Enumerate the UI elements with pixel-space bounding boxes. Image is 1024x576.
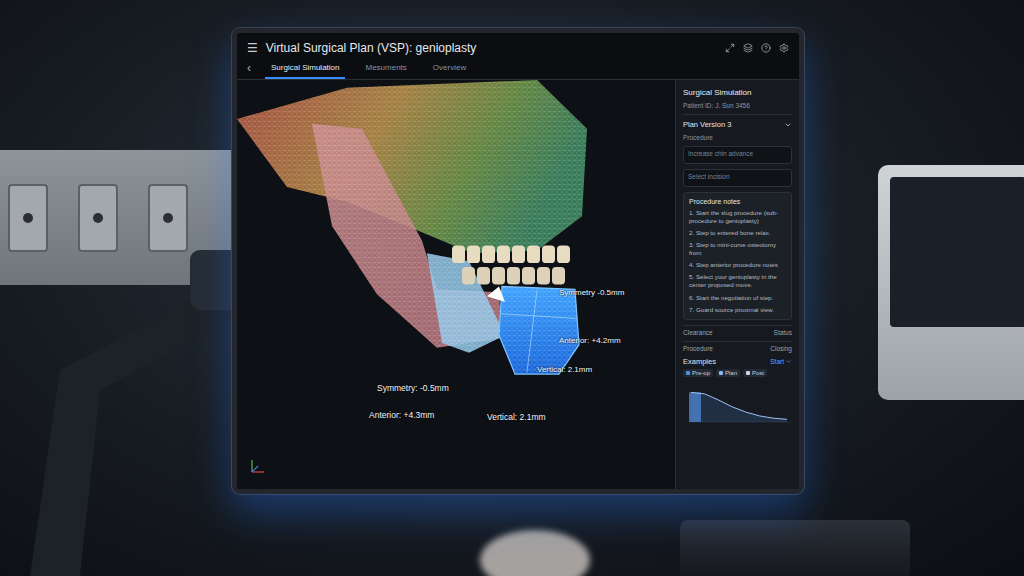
- legend-item: Post: [743, 369, 767, 377]
- chevron-icon: [784, 121, 792, 129]
- procedure-field[interactable]: Select incision: [683, 169, 792, 187]
- note-item: 6. Start the negotiation of step.: [689, 294, 786, 302]
- back-icon[interactable]: ‹: [247, 61, 251, 79]
- expand-icon[interactable]: [725, 43, 735, 53]
- tab-bar: ‹ Surgical Simulation Mesuments Overview: [237, 59, 799, 80]
- measurement-label: Anterior: +4.3mm: [369, 410, 434, 420]
- monitor: ☰ Virtual Surgical Plan (VSP): genioplast…: [232, 28, 804, 494]
- patient-id: Patient ID: J. Sun 3456: [683, 102, 792, 109]
- tooth: [482, 246, 495, 264]
- note-item: 3. Step to mini-curve osteotomy from: [689, 241, 786, 257]
- scene: ☰ Virtual Surgical Plan (VSP): genioplast…: [0, 0, 1024, 576]
- info-row[interactable]: ProcedureClosing: [683, 341, 792, 352]
- chart-action[interactable]: Start: [770, 358, 792, 365]
- tooth: [462, 267, 475, 285]
- title-bar: ☰ Virtual Surgical Plan (VSP): genioplast…: [237, 33, 799, 59]
- legend-item: Plan: [716, 369, 740, 377]
- wall-socket: [8, 184, 48, 252]
- tooth: [522, 267, 535, 285]
- chart-area: [691, 392, 787, 422]
- measurement-label: Vertical: 2.1mm: [537, 365, 592, 374]
- plan-version[interactable]: Plan Version 3: [683, 114, 792, 129]
- tooth: [492, 267, 505, 285]
- chart-line: [691, 392, 787, 419]
- gear-icon[interactable]: [779, 43, 789, 53]
- viewport[interactable]: Symmetry -0.5mm Anterior: +4.2mm Vertical:…: [237, 80, 675, 489]
- procedure-notes: Procedure notes 1. Start the slug procedu…: [683, 192, 792, 320]
- chart-legend: Pre-opPlanPost: [683, 369, 792, 377]
- tooth: [542, 246, 555, 264]
- examples-card: Examples Start Pre-opPlanPost: [683, 357, 792, 426]
- toolbar: [725, 43, 789, 53]
- tooth: [512, 246, 525, 264]
- tooth: [467, 246, 480, 264]
- device-screen: [890, 177, 1024, 327]
- wall-socket: [148, 184, 188, 252]
- help-icon[interactable]: [761, 43, 771, 53]
- menu-icon[interactable]: ☰: [247, 41, 258, 55]
- medical-device: [878, 165, 1024, 400]
- note-item: 7. Guard source proximal view.: [689, 306, 786, 314]
- note-item: 1. Start the slug procedure (sub-procedu…: [689, 209, 786, 225]
- examples-chart: [683, 380, 791, 426]
- measurement-label: Symmetry -0.5mm: [559, 288, 624, 297]
- panel-title: Surgical Simulation: [683, 88, 792, 97]
- tab[interactable]: Mesuments: [359, 59, 412, 79]
- chart-title: Examples: [683, 357, 716, 366]
- tab[interactable]: Surgical Simulation: [265, 59, 345, 79]
- tab[interactable]: Overview: [427, 59, 472, 79]
- chevron-icon: [785, 358, 792, 365]
- tooth: [537, 267, 550, 285]
- layers-icon[interactable]: [743, 43, 753, 53]
- legend-item: Pre-op: [683, 369, 713, 377]
- tooth: [477, 267, 490, 285]
- note-item: 4. Step anterior procedure notes: [689, 261, 786, 269]
- procedure-field[interactable]: Increase chin advance: [683, 146, 792, 164]
- workspace: Symmetry -0.5mm Anterior: +4.2mm Vertical:…: [237, 80, 799, 489]
- axis-icon: [249, 457, 267, 475]
- tooth: [552, 267, 565, 285]
- measurement-label: Symmetry: -0.5mm: [377, 383, 449, 393]
- keyboard[interactable]: [680, 520, 910, 576]
- side-panel: Surgical Simulation Patient ID: J. Sun 34…: [675, 80, 799, 489]
- tooth: [507, 267, 520, 285]
- notes-title: Procedure notes: [689, 198, 786, 205]
- note-item: 2. Step to entered bone relax.: [689, 229, 786, 237]
- measurement-label: Vertical: 2.1mm: [487, 412, 546, 422]
- field-label: Procedure: [683, 134, 792, 141]
- wall-socket: [78, 184, 118, 252]
- info-row[interactable]: ClearanceStatus: [683, 325, 792, 336]
- cursor-icon: [487, 286, 505, 302]
- tooth: [527, 246, 540, 264]
- note-item: 5. Select your genioplasty in the center…: [689, 273, 786, 289]
- tooth: [497, 246, 510, 264]
- tooth: [452, 246, 465, 264]
- measurement-label: Anterior: +4.2mm: [559, 336, 621, 345]
- hand: [480, 530, 590, 576]
- tooth: [557, 246, 570, 264]
- skull-model[interactable]: [237, 80, 675, 489]
- window-title: Virtual Surgical Plan (VSP): genioplasty: [266, 41, 717, 55]
